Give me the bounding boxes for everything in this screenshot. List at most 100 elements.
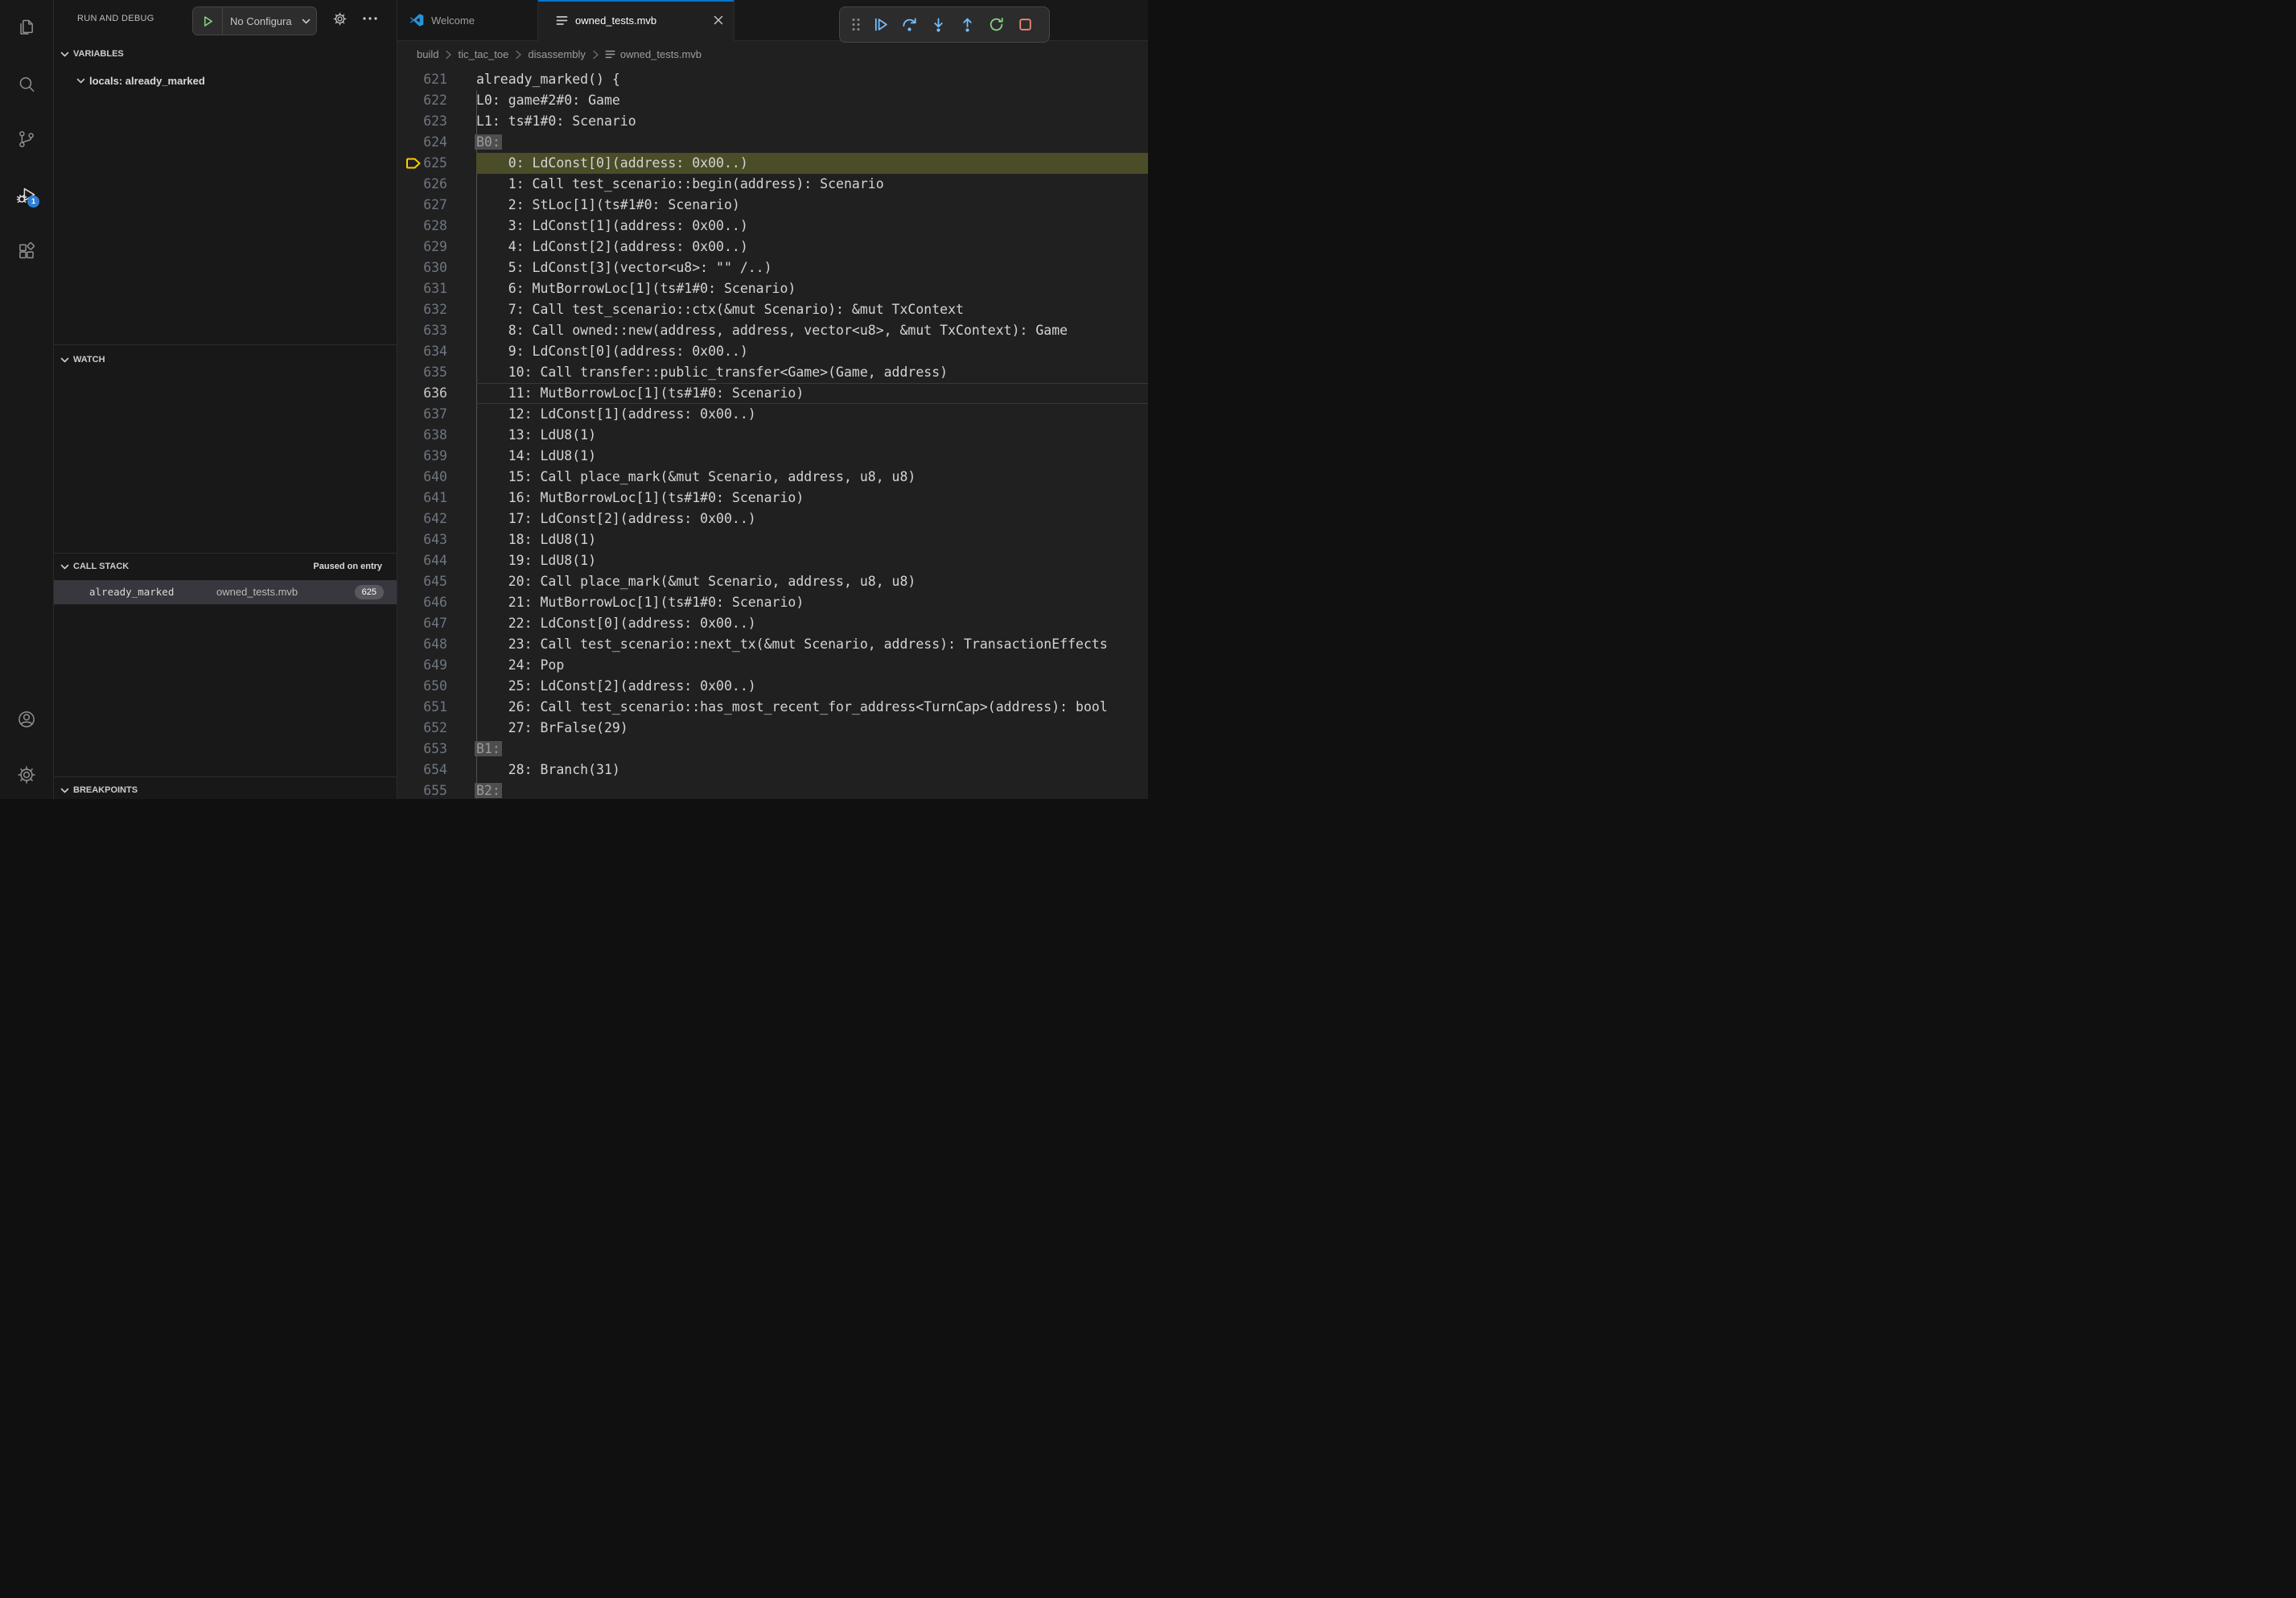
code-line[interactable]: 647 22: LdConst[0](address: 0x00..) — [397, 613, 1148, 634]
line-text[interactable]: 28: Branch(31) — [476, 760, 1148, 780]
sidebar-item-explorer[interactable] — [16, 17, 37, 38]
variables-scope-locals[interactable]: locals: already_marked — [54, 71, 397, 90]
code-line[interactable]: 650 25: LdConst[2](address: 0x00..) — [397, 676, 1148, 697]
debug-step-over-button[interactable] — [895, 10, 924, 39]
line-number[interactable]: 633 — [397, 320, 476, 341]
line-text[interactable]: 9: LdConst[0](address: 0x00..) — [476, 341, 1148, 362]
line-number[interactable]: 652 — [397, 718, 476, 739]
line-text[interactable]: 16: MutBorrowLoc[1](ts#1#0: Scenario) — [476, 488, 1148, 509]
code-line[interactable]: 629 4: LdConst[2](address: 0x00..) — [397, 237, 1148, 257]
debug-restart-button[interactable] — [981, 10, 1010, 39]
start-debug-button[interactable] — [193, 7, 223, 35]
code-line[interactable]: 625 0: LdConst[0](address: 0x00..) — [397, 153, 1148, 174]
line-number[interactable]: 655 — [397, 780, 476, 799]
code-line[interactable]: 624 B0: — [397, 132, 1148, 153]
code-line[interactable]: 645 20: Call place_mark(&mut Scenario, a… — [397, 571, 1148, 592]
line-number[interactable]: 651 — [397, 697, 476, 718]
line-number[interactable]: 644 — [397, 550, 476, 571]
code-line[interactable]: 636 11: MutBorrowLoc[1](ts#1#0: Scenario… — [397, 383, 1148, 404]
call-stack-section-header[interactable]: CALL STACK Paused on entry — [54, 558, 397, 575]
code-line[interactable]: 651 26: Call test_scenario::has_most_rec… — [397, 697, 1148, 718]
line-text[interactable]: 12: LdConst[1](address: 0x00..) — [476, 404, 1148, 425]
close-icon[interactable] — [713, 14, 724, 26]
sidebar-item-run-and-debug[interactable]: 1 — [16, 185, 37, 206]
line-text[interactable]: 23: Call test_scenario::next_tx(&mut Sce… — [476, 634, 1148, 655]
line-number[interactable]: 621 — [397, 69, 476, 90]
line-text[interactable]: 8: Call owned::new(address, address, vec… — [476, 320, 1148, 341]
line-text[interactable]: L1: ts#1#0: Scenario — [476, 111, 1148, 132]
line-number[interactable]: 629 — [397, 237, 476, 257]
line-text[interactable]: 26: Call test_scenario::has_most_recent_… — [476, 697, 1148, 718]
account-button[interactable] — [16, 709, 37, 730]
code-line[interactable]: 653 B1: — [397, 739, 1148, 760]
code-line[interactable]: 649 24: Pop — [397, 655, 1148, 676]
debug-step-out-button[interactable] — [953, 10, 981, 39]
code-line[interactable]: 641 16: MutBorrowLoc[1](ts#1#0: Scenario… — [397, 488, 1148, 509]
line-number[interactable]: 623 — [397, 111, 476, 132]
line-text[interactable]: 6: MutBorrowLoc[1](ts#1#0: Scenario) — [476, 278, 1148, 299]
line-number[interactable]: 646 — [397, 592, 476, 613]
code-line[interactable]: 642 17: LdConst[2](address: 0x00..) — [397, 509, 1148, 529]
line-text[interactable]: 20: Call place_mark(&mut Scenario, addre… — [476, 571, 1148, 592]
code-line[interactable]: 621 already_marked() { — [397, 69, 1148, 90]
line-text[interactable]: 0: LdConst[0](address: 0x00..) — [476, 153, 1148, 174]
line-number[interactable]: 631 — [397, 278, 476, 299]
sidebar-item-source-control[interactable] — [16, 129, 37, 150]
line-number[interactable]: 647 — [397, 613, 476, 634]
code-line[interactable]: 623 L1: ts#1#0: Scenario — [397, 111, 1148, 132]
code-line[interactable]: 626 1: Call test_scenario::begin(address… — [397, 174, 1148, 195]
line-text[interactable]: 27: BrFalse(29) — [476, 718, 1148, 739]
line-text[interactable]: 18: LdU8(1) — [476, 529, 1148, 550]
code-line[interactable]: 628 3: LdConst[1](address: 0x00..) — [397, 216, 1148, 237]
debug-continue-button[interactable] — [866, 10, 895, 39]
line-text[interactable]: 11: MutBorrowLoc[1](ts#1#0: Scenario) — [476, 383, 1148, 404]
line-number[interactable]: 636 — [397, 383, 476, 404]
line-text[interactable]: already_marked() { — [476, 69, 1148, 90]
line-number[interactable]: 639 — [397, 446, 476, 467]
line-number[interactable]: 648 — [397, 634, 476, 655]
code-line[interactable]: 634 9: LdConst[0](address: 0x00..) — [397, 341, 1148, 362]
sidebar-item-search[interactable] — [16, 74, 37, 95]
code-line[interactable]: 648 23: Call test_scenario::next_tx(&mut… — [397, 634, 1148, 655]
line-number[interactable]: 628 — [397, 216, 476, 237]
line-number[interactable]: 650 — [397, 676, 476, 697]
code-line[interactable]: 633 8: Call owned::new(address, address,… — [397, 320, 1148, 341]
toolbar-drag-handle[interactable] — [846, 10, 866, 39]
line-text[interactable]: L0: game#2#0: Game — [476, 90, 1148, 111]
code-line[interactable]: 631 6: MutBorrowLoc[1](ts#1#0: Scenario) — [397, 278, 1148, 299]
line-number[interactable]: 637 — [397, 404, 476, 425]
line-number[interactable]: 654 — [397, 760, 476, 780]
line-number[interactable]: 649 — [397, 655, 476, 676]
line-text[interactable]: 14: LdU8(1) — [476, 446, 1148, 467]
line-text[interactable]: 5: LdConst[3](vector<u8>: "" /..) — [476, 257, 1148, 278]
code-line[interactable]: 654 28: Branch(31) — [397, 760, 1148, 780]
breadcrumb-item[interactable]: disassembly — [528, 48, 586, 60]
code-line[interactable]: 644 19: LdU8(1) — [397, 550, 1148, 571]
code-line[interactable]: 646 21: MutBorrowLoc[1](ts#1#0: Scenario… — [397, 592, 1148, 613]
line-number[interactable]: 630 — [397, 257, 476, 278]
line-number[interactable]: 622 — [397, 90, 476, 111]
line-number[interactable]: 653 — [397, 739, 476, 760]
debug-step-into-button[interactable] — [924, 10, 953, 39]
line-text[interactable]: 3: LdConst[1](address: 0x00..) — [476, 216, 1148, 237]
breakpoints-section-header[interactable]: BREAKPOINTS — [54, 781, 397, 799]
code-line[interactable]: 635 10: Call transfer::public_transfer<G… — [397, 362, 1148, 383]
line-number[interactable]: 642 — [397, 509, 476, 529]
line-number[interactable]: 638 — [397, 425, 476, 446]
breadcrumb-item[interactable]: owned_tests.mvb — [620, 48, 702, 60]
line-text[interactable]: 1: Call test_scenario::begin(address): S… — [476, 174, 1148, 195]
line-text[interactable]: 24: Pop — [476, 655, 1148, 676]
line-number[interactable]: 627 — [397, 195, 476, 216]
code-line[interactable]: 639 14: LdU8(1) — [397, 446, 1148, 467]
line-text[interactable]: 22: LdConst[0](address: 0x00..) — [476, 613, 1148, 634]
line-number[interactable]: 643 — [397, 529, 476, 550]
line-text[interactable]: 19: LdU8(1) — [476, 550, 1148, 571]
line-text[interactable]: 7: Call test_scenario::ctx(&mut Scenario… — [476, 299, 1148, 320]
code-line[interactable]: 643 18: LdU8(1) — [397, 529, 1148, 550]
breadcrumb-item[interactable]: build — [417, 48, 438, 60]
settings-button[interactable] — [16, 764, 37, 785]
code-line[interactable]: 630 5: LdConst[3](vector<u8>: "" /..) — [397, 257, 1148, 278]
debug-config-dropdown[interactable]: No Configura — [192, 6, 317, 35]
sidebar-item-extensions[interactable] — [16, 241, 37, 262]
line-number[interactable]: 625 — [397, 153, 476, 174]
